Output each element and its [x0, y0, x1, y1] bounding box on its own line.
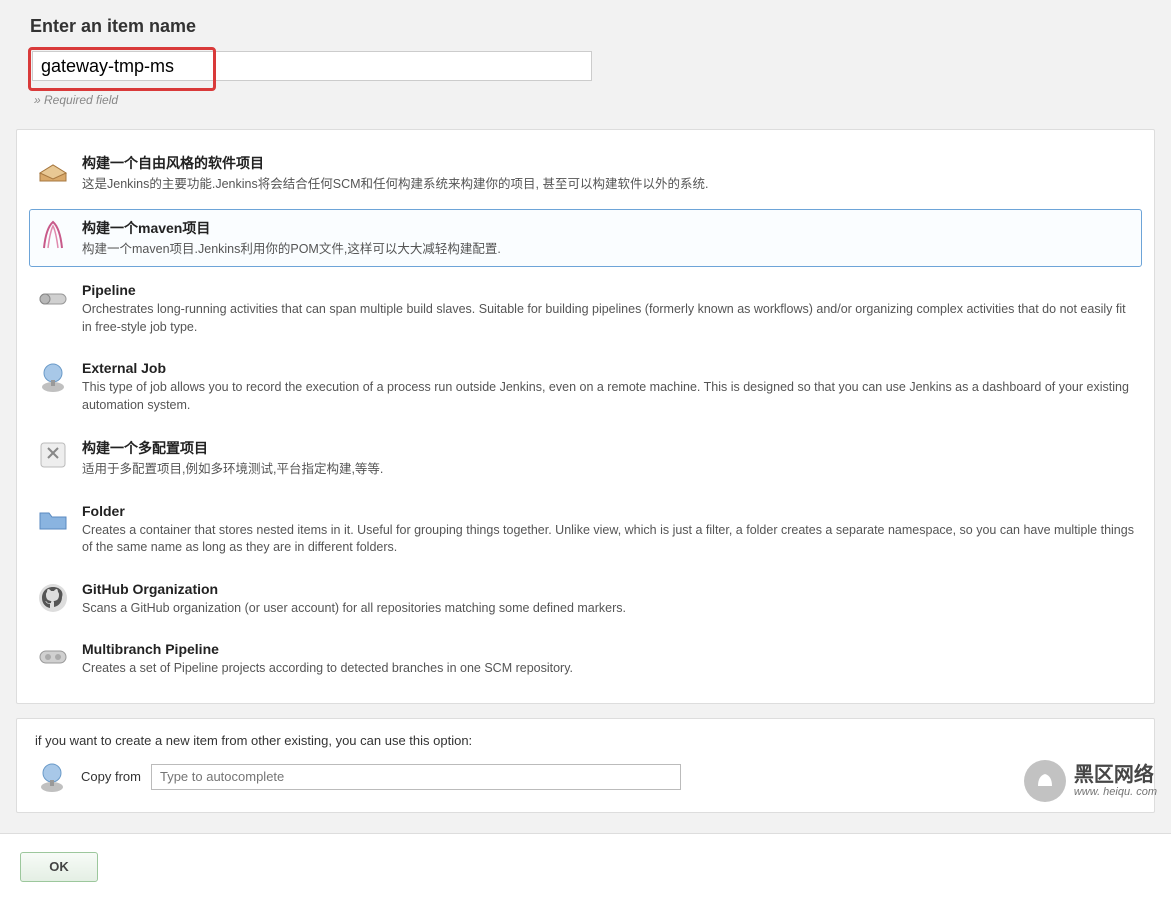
- pipeline-icon: [36, 282, 70, 316]
- copy-intro-label: if you want to create a new item from ot…: [35, 733, 1136, 748]
- folder-icon: [36, 503, 70, 537]
- ok-button[interactable]: OK: [20, 852, 98, 882]
- type-desc: Creates a set of Pipeline projects accor…: [82, 660, 1135, 678]
- item-types-panel: 构建一个自由风格的软件项目 这是Jenkins的主要功能.Jenkins将会结合…: [16, 129, 1155, 704]
- type-desc: 这是Jenkins的主要功能.Jenkins将会结合任何SCM和任何构建系统来构…: [82, 176, 1135, 194]
- type-multibranch[interactable]: Multibranch Pipeline Creates a set of Pi…: [29, 632, 1142, 687]
- type-title: 构建一个自由风格的软件项目: [82, 153, 1135, 173]
- copy-icon: [35, 760, 69, 794]
- type-matrix[interactable]: 构建一个多配置项目 适用于多配置项目,例如多环境测试,平台指定构建,等等.: [29, 429, 1142, 488]
- type-desc: This type of job allows you to record th…: [82, 379, 1135, 414]
- freestyle-icon: [36, 153, 70, 187]
- github-icon: [36, 581, 70, 615]
- external-job-icon: [36, 360, 70, 394]
- watermark-line2: www. heiqu. com: [1074, 786, 1157, 798]
- type-desc: Scans a GitHub organization (or user acc…: [82, 600, 1135, 618]
- type-desc: Orchestrates long-running activities tha…: [82, 301, 1135, 336]
- type-title: Multibranch Pipeline: [82, 641, 1135, 657]
- type-title: GitHub Organization: [82, 581, 1135, 597]
- type-title: External Job: [82, 360, 1135, 376]
- type-folder[interactable]: Folder Creates a container that stores n…: [29, 494, 1142, 566]
- multibranch-icon: [36, 641, 70, 675]
- type-pipeline[interactable]: Pipeline Orchestrates long-running activ…: [29, 273, 1142, 345]
- page-title: Enter an item name: [30, 16, 1155, 37]
- item-name-input[interactable]: [32, 51, 592, 81]
- type-title: 构建一个多配置项目: [82, 438, 1135, 458]
- type-title: Folder: [82, 503, 1135, 519]
- watermark-icon: [1024, 760, 1066, 802]
- type-github-org[interactable]: GitHub Organization Scans a GitHub organ…: [29, 572, 1142, 627]
- copy-from-panel: if you want to create a new item from ot…: [16, 718, 1155, 813]
- footer-bar: OK: [0, 833, 1171, 900]
- type-desc: 构建一个maven项目.Jenkins利用你的POM文件,这样可以大大减轻构建配…: [82, 241, 1135, 259]
- watermark-line1: 黑区网络: [1074, 764, 1157, 786]
- watermark: 黑区网络 www. heiqu. com: [1024, 760, 1157, 802]
- matrix-icon: [36, 438, 70, 472]
- type-freestyle[interactable]: 构建一个自由风格的软件项目 这是Jenkins的主要功能.Jenkins将会结合…: [29, 144, 1142, 203]
- maven-icon: [36, 218, 70, 252]
- type-desc: 适用于多配置项目,例如多环境测试,平台指定构建,等等.: [82, 461, 1135, 479]
- type-desc: Creates a container that stores nested i…: [82, 522, 1135, 557]
- required-field-label: » Required field: [34, 93, 1155, 107]
- type-external[interactable]: External Job This type of job allows you…: [29, 351, 1142, 423]
- type-maven[interactable]: 构建一个maven项目 构建一个maven项目.Jenkins利用你的POM文件…: [29, 209, 1142, 268]
- type-title: 构建一个maven项目: [82, 218, 1135, 238]
- copy-from-label: Copy from: [81, 769, 141, 784]
- type-title: Pipeline: [82, 282, 1135, 298]
- copy-from-input[interactable]: [151, 764, 681, 790]
